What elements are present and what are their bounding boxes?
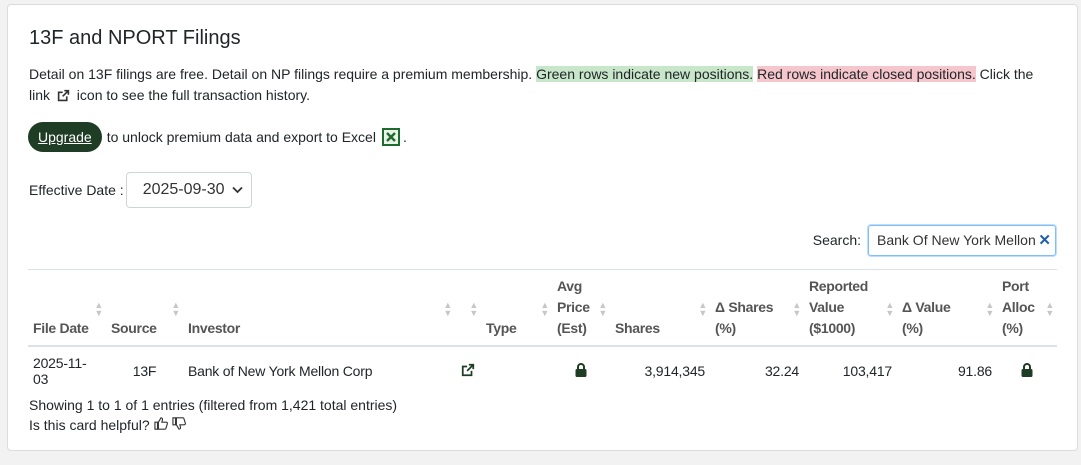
sort-icon: ▲ ▼ [792, 300, 801, 318]
sort-icon: ▲ ▼ [171, 300, 180, 318]
external-link-icon[interactable] [461, 363, 475, 380]
search-input[interactable]: Bank Of New York Mellon ✕ [868, 224, 1056, 256]
effective-date-label: Effective Date : [29, 182, 124, 198]
sort-icon: ▲ ▼ [540, 300, 549, 318]
cell-link [455, 346, 481, 395]
search-row: Search: Bank Of New York Mellon ✕ [813, 224, 1056, 256]
excel-icon[interactable] [381, 128, 400, 146]
filings-table: ▲ ▼ File Date ▲ ▼ Source ▲ ▼ Investor ▲ ▼ ▲ ▼… [28, 270, 1057, 395]
sort-icon: ▲ ▼ [443, 300, 452, 318]
col-reported-value[interactable]: ▲ ▼ Reported Value ($1000) [804, 270, 897, 347]
clear-icon[interactable]: ✕ [1038, 231, 1051, 249]
cell-avg-price [552, 346, 610, 395]
lock-icon [575, 362, 587, 380]
col-port-alloc[interactable]: ▲ ▼ Port Alloc (%) [997, 270, 1057, 347]
new-positions-note: Green rows indicate new positions. [536, 66, 754, 82]
cell-file-date: 2025-11-03 [33, 355, 87, 387]
sort-icon: ▲ ▼ [985, 300, 994, 318]
search-value: Bank Of New York Mellon [877, 232, 1036, 248]
col-shares[interactable]: ▲ ▼ Shares [610, 270, 710, 347]
desc-text-1: Detail on 13F filings are free. Detail o… [29, 66, 537, 82]
col-avg-price[interactable]: ▲ ▼ Avg Price (Est) [552, 270, 610, 347]
upgrade-text: to unlock premium data and export to Exc… [106, 129, 376, 145]
col-link[interactable]: ▲ ▼ [455, 270, 481, 347]
thumbs-up-icon[interactable] [153, 415, 168, 436]
filings-card: 13F and NPORT Filings Detail on 13F fili… [7, 4, 1078, 451]
card-description: Detail on 13F filings are free. Detail o… [29, 64, 1049, 108]
cell-type [481, 346, 552, 395]
effective-date-select[interactable]: 2025-09-30 [125, 172, 252, 208]
cell-source: 13F [132, 363, 157, 379]
card-title: 13F and NPORT Filings [29, 27, 241, 49]
sort-icon: ▲ ▼ [885, 300, 894, 318]
col-delta-shares[interactable]: ▲ ▼ Δ Shares (%) [710, 270, 804, 347]
cell-port-alloc [997, 346, 1057, 395]
upgrade-row: Upgrade to unlock premium data and expor… [28, 122, 407, 152]
search-label: Search: [812, 232, 861, 248]
col-delta-value[interactable]: ▲ ▼ Δ Value (%) [897, 270, 997, 347]
col-investor[interactable]: ▲ ▼ Investor [183, 270, 455, 347]
lock-icon [1021, 362, 1033, 380]
cell-delta-shares: 32.24 [764, 363, 799, 379]
upgrade-button[interactable]: Upgrade [28, 122, 102, 152]
col-source[interactable]: ▲ ▼ Source [106, 270, 183, 347]
cell-reported-value: 103,417 [842, 363, 892, 379]
chevron-down-icon [232, 181, 243, 199]
upgrade-period: . [402, 129, 407, 145]
effective-date-value: 2025-09-30 [142, 181, 225, 198]
closed-positions-note: Red rows indicate closed positions. [757, 66, 976, 82]
col-type[interactable]: ▲ ▼ Type [481, 270, 552, 347]
sort-icon: ▲ ▼ [698, 300, 707, 318]
table-info: Showing 1 to 1 of 1 entries (filtered fr… [29, 397, 398, 413]
desc-text-3: icon to see the full transaction history… [72, 87, 310, 103]
sort-icon: ▲ ▼ [469, 300, 478, 318]
col-file-date[interactable]: ▲ ▼ File Date [28, 270, 106, 347]
helpful-row: Is this card helpful? [29, 415, 186, 436]
sort-icon: ▲ ▼ [1045, 300, 1054, 318]
helpful-label: Is this card helpful? [29, 417, 150, 433]
cell-shares: 3,914,345 [644, 363, 706, 379]
table-header-row: ▲ ▼ File Date ▲ ▼ Source ▲ ▼ Investor ▲ ▼ ▲ ▼… [28, 270, 1057, 347]
table-row: 2025-11-03 13F Bank of New York Mellon C… [28, 346, 1057, 395]
effective-date-row: Effective Date : 2025-09-30 [29, 171, 252, 209]
investor-link[interactable]: Bank of New York Mellon Corp [183, 346, 455, 395]
sort-icon: ▲ ▼ [598, 300, 607, 318]
external-link-icon [57, 87, 70, 108]
sort-icon: ▲ ▼ [94, 300, 103, 318]
cell-delta-value: 91.86 [957, 363, 992, 379]
thumbs-down-icon[interactable] [171, 415, 186, 436]
